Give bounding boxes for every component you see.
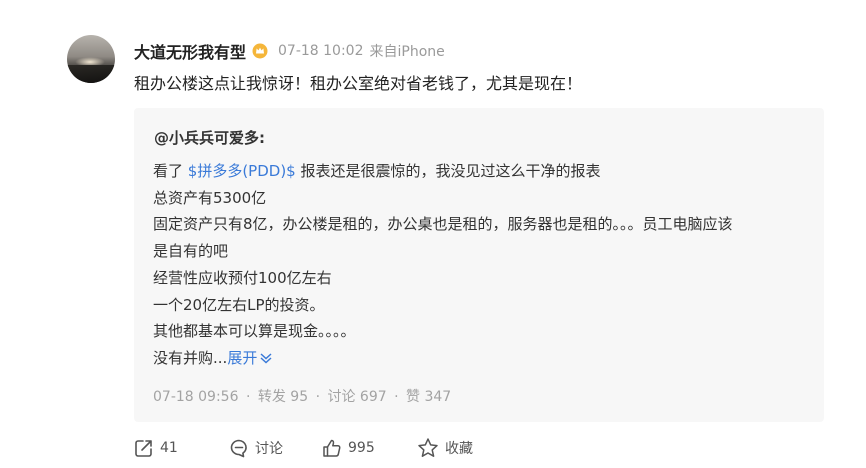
- quoted-post[interactable]: @小兵兵可爱多: 看了 $拼多多(PDD)$ 报表还是很震惊的，我没见过这么干净…: [134, 108, 824, 422]
- post-actions: 41 讨论 995 收藏: [134, 436, 534, 460]
- repost-icon: [135, 440, 152, 457]
- user-avatar[interactable]: [67, 35, 115, 83]
- quote-repost-count[interactable]: 转发 95: [258, 389, 308, 405]
- repost-button[interactable]: 41: [134, 436, 178, 460]
- quote-line: 一个20亿左右LP的投资。: [153, 295, 325, 314]
- quote-line-1-prefix: 看了: [153, 162, 188, 180]
- quote-line: 经营性应收预付100亿左右: [153, 268, 332, 287]
- expand-label: 展开: [227, 348, 258, 367]
- meta-separator: ·: [245, 389, 251, 405]
- comment-button[interactable]: 讨论: [229, 436, 283, 460]
- quote-like-count[interactable]: 赞 347: [406, 389, 451, 405]
- thumbs-up-icon: [323, 439, 341, 457]
- quote-comment-count[interactable]: 讨论 697: [327, 389, 386, 405]
- quote-last-line: 没有并购...展开: [153, 345, 803, 372]
- favorite-label: 收藏: [445, 441, 473, 457]
- star-icon: [418, 438, 438, 457]
- quote-line-1: 看了 $拼多多(PDD)$ 报表还是很震惊的，我没见过这么干净的报表: [153, 158, 803, 185]
- quote-author[interactable]: @小兵兵可爱多:: [154, 127, 265, 148]
- quote-line: 其他都基本可以算是现金。。。。: [153, 322, 356, 341]
- meta-separator: ·: [315, 389, 321, 405]
- post-source: 来自iPhone: [369, 44, 445, 60]
- quote-meta: 07-18 09:56 · 转发 95 · 讨论 697 · 赞 347: [153, 386, 451, 406]
- quote-line-1-suffix: 报表还是很震惊的，我没见过这么干净的报表: [295, 162, 601, 180]
- favorite-button[interactable]: 收藏: [417, 436, 473, 460]
- partial-comment-icon: [229, 0, 247, 2]
- repost-count: 41: [160, 440, 178, 456]
- partial-favorite-icon: [418, 0, 438, 2]
- like-count: 995: [348, 440, 375, 456]
- quote-time[interactable]: 07-18 09:56: [153, 389, 238, 405]
- quote-body: 看了 $拼多多(PDD)$ 报表还是很震惊的，我没见过这么干净的报表 总资产有5…: [153, 158, 803, 372]
- previous-post-actions-partial: [0, 0, 866, 4]
- expand-link[interactable]: 展开: [227, 349, 273, 367]
- post-header: 大道无形我有型 07-18 10:02 来自iPhone: [134, 40, 445, 62]
- chevron-down-icon: [260, 353, 272, 364]
- comment-label: 讨论: [255, 441, 283, 457]
- vip-crown-icon[interactable]: [252, 43, 268, 59]
- quote-last-line-text: 没有并购...: [153, 348, 228, 367]
- quote-line: 是自有的吧: [153, 242, 229, 261]
- quote-line: 固定资产只有8亿，办公楼是租的，办公桌也是租的，服务器也是租的。。。员工电脑应该: [153, 215, 733, 234]
- quote-line: 总资产有5300亿: [153, 188, 267, 207]
- post-timestamp[interactable]: 07-18 10:02: [278, 43, 363, 59]
- cashtag-link[interactable]: $拼多多(PDD)$: [188, 162, 296, 180]
- meta-separator: ·: [394, 389, 399, 405]
- post-text: 租办公楼这点让我惊讶！租办公室绝对省老钱了，尤其是现在！: [134, 74, 583, 93]
- comment-icon: [230, 439, 247, 458]
- avatar-road: [67, 65, 115, 83]
- like-button[interactable]: 995: [322, 436, 375, 460]
- username[interactable]: 大道无形我有型: [134, 39, 246, 63]
